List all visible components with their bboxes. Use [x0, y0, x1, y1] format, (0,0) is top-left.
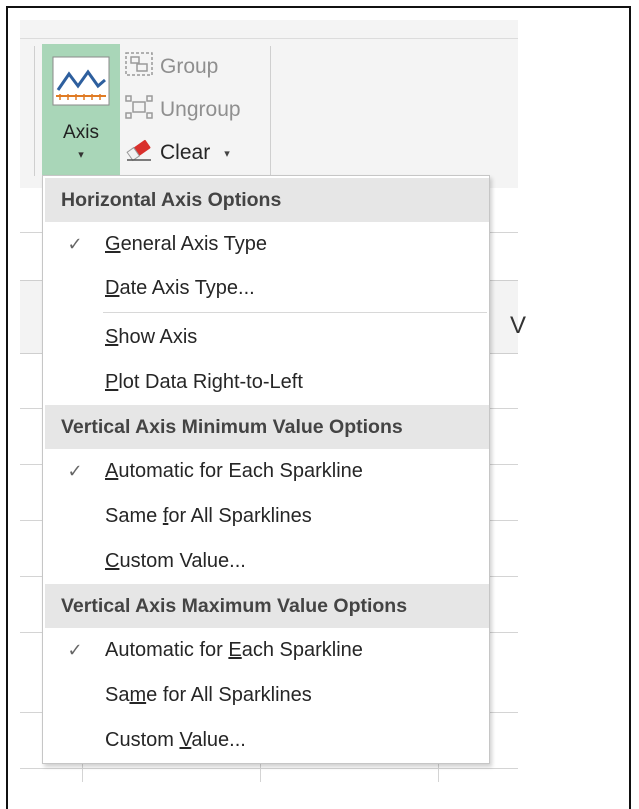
menu-item-label: Custom Value... [105, 728, 246, 751]
menu-item-vmax-same-for-all[interactable]: Same for All Sparklines [45, 673, 489, 717]
menu-item-label: Automatic for Each Sparkline [105, 459, 363, 482]
ribbon-divider [20, 38, 518, 39]
menu-item-vmin-same-for-all[interactable]: Same for All Sparklines [45, 494, 489, 538]
clear-button-label: Clear [160, 141, 211, 164]
group-button-label: Group [160, 55, 219, 78]
ungroup-icon [124, 94, 160, 126]
grid-line [82, 764, 83, 782]
eraser-icon [124, 137, 160, 169]
column-header-letter: V [510, 312, 527, 339]
menu-item-vmax-automatic[interactable]: ✓ Automatic for Each Sparkline [45, 628, 489, 672]
menu-item-vmin-automatic[interactable]: ✓ Automatic for Each Sparkline [45, 449, 489, 493]
menu-item-label: Same for All Sparklines [105, 504, 312, 527]
axis-options-menu: Horizontal Axis Options ✓ General Axis T… [42, 175, 490, 764]
menu-section-vertical-axis-maximum: Vertical Axis Maximum Value Options [45, 584, 489, 628]
chevron-down-icon: ▾ [78, 149, 84, 161]
menu-item-show-axis[interactable]: Show Axis [45, 315, 489, 359]
clear-button[interactable]: Clear ▾ [124, 138, 230, 168]
menu-item-general-axis-type[interactable]: ✓ General Axis Type [45, 222, 489, 266]
menu-item-label: Custom Value... [105, 549, 246, 572]
ribbon-separator [270, 46, 271, 176]
sparkline-axis-icon [52, 56, 110, 111]
menu-item-label: Same for All Sparklines [105, 683, 312, 706]
ribbon-separator [34, 46, 35, 176]
menu-section-horizontal-axis: Horizontal Axis Options [45, 178, 489, 222]
menu-item-date-axis-type[interactable]: Date Axis Type... [45, 266, 489, 310]
menu-item-vmin-custom-value[interactable]: Custom Value... [45, 539, 489, 583]
menu-item-label: Date Axis Type... [105, 276, 255, 299]
menu-item-vmax-custom-value[interactable]: Custom Value... [45, 718, 489, 762]
checkmark-icon: ✓ [67, 460, 83, 481]
menu-item-label: Automatic for Each Sparkline [105, 638, 363, 661]
menu-separator [103, 312, 487, 313]
menu-item-plot-data-right-to-left[interactable]: Plot Data Right-to-Left [45, 360, 489, 404]
menu-section-vertical-axis-minimum: Vertical Axis Minimum Value Options [45, 405, 489, 449]
group-icon [124, 51, 160, 83]
axis-button[interactable]: Axis ▾ [42, 44, 120, 180]
menu-item-label: Show Axis [105, 325, 198, 348]
menu-item-label: General Axis Type [105, 232, 267, 255]
grid-line [438, 764, 439, 782]
chevron-down-icon[interactable]: ▾ [224, 147, 230, 160]
ungroup-button[interactable]: Ungroup [124, 95, 241, 125]
grid-line [260, 764, 261, 782]
ungroup-button-label: Ungroup [160, 98, 241, 121]
checkmark-icon: ✓ [67, 639, 83, 660]
grid-line [20, 768, 518, 769]
axis-button-label: Axis [63, 122, 99, 143]
menu-item-label: Plot Data Right-to-Left [105, 370, 303, 393]
group-button[interactable]: Group [124, 52, 218, 82]
checkmark-icon: ✓ [67, 233, 83, 254]
